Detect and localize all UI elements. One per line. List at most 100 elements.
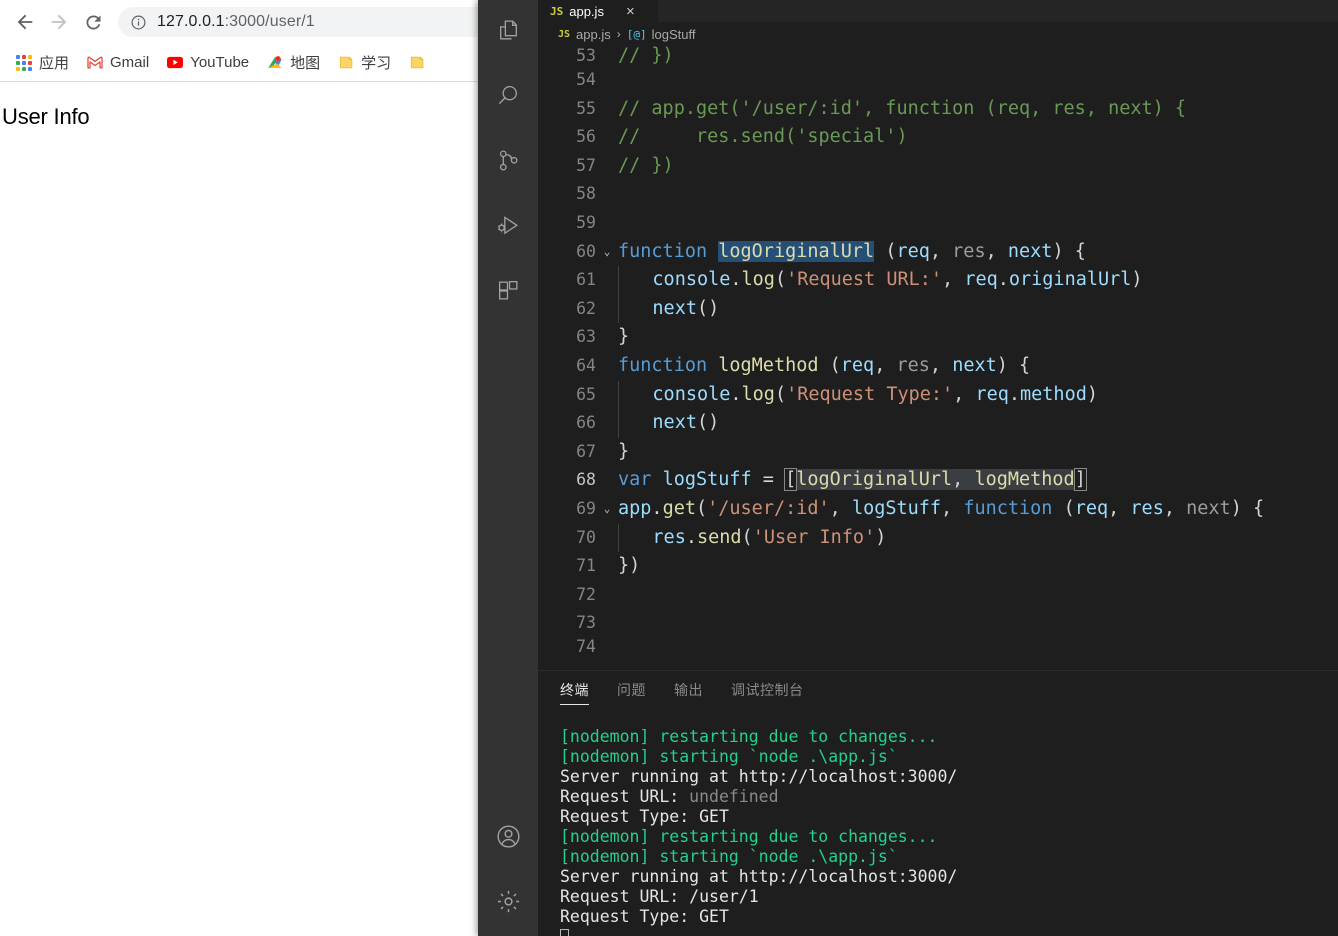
line-number: 72 bbox=[576, 584, 596, 604]
code-editor[interactable]: 53 // }) 54 55 // app.get('/user/:id', f… bbox=[538, 46, 1338, 670]
code-line: 70 res.send('User Info') bbox=[538, 523, 1338, 553]
breadcrumb-separator: › bbox=[616, 27, 621, 41]
activity-bar-item-source-control[interactable] bbox=[478, 130, 538, 195]
bookmark-folder-partial[interactable] bbox=[401, 49, 440, 77]
code-line: 61 console.log('Request URL:', req.origi… bbox=[538, 266, 1338, 295]
terminal-line: Request URL: /user/1 bbox=[560, 887, 759, 906]
back-arrow-icon bbox=[17, 14, 33, 30]
line-number: 67 bbox=[576, 441, 596, 461]
panel-tab-bar: 终端 问题 输出 调试控制台 bbox=[538, 671, 1338, 709]
line-number: 70 bbox=[576, 527, 596, 547]
terminal-line: [nodemon] restarting due to changes... bbox=[560, 827, 938, 846]
gmail-icon bbox=[87, 55, 103, 71]
vscode-window: JS app.js × JS app.js › [@] logStuff 53 … bbox=[478, 0, 1338, 936]
terminal-line: Request Type: GET bbox=[560, 907, 729, 926]
bookmark-label: YouTube bbox=[190, 54, 250, 71]
reload-button[interactable] bbox=[76, 5, 110, 39]
bookmark-study-folder[interactable]: 学习 bbox=[330, 49, 399, 77]
url-host: 127.0.0.1 bbox=[157, 13, 225, 30]
activity-bar-item-search[interactable] bbox=[478, 65, 538, 130]
bookmark-apps[interactable]: 应用 bbox=[8, 49, 77, 77]
code-line: 56 // res.send('special') bbox=[538, 123, 1338, 152]
code-text: // }) bbox=[618, 154, 674, 176]
line-number: 63 bbox=[576, 327, 596, 347]
apps-grid-icon bbox=[16, 54, 32, 71]
bookmark-gmail[interactable]: Gmail bbox=[79, 49, 157, 77]
fold-chevron-icon[interactable]: ⌄ bbox=[596, 238, 618, 267]
code-text: var logStuff = [logOriginalUrl, logMetho… bbox=[618, 468, 1087, 492]
line-number: 62 bbox=[576, 298, 596, 318]
breadcrumb-file[interactable]: app.js bbox=[576, 27, 611, 42]
line-number: 65 bbox=[576, 384, 596, 404]
code-text: function logOriginalUrl (req, res, next)… bbox=[618, 240, 1086, 262]
activity-bar-item-manage-settings[interactable] bbox=[478, 871, 538, 936]
code-line: 64 function logMethod (req, res, next) { bbox=[538, 352, 1338, 381]
activity-bar-item-accounts[interactable] bbox=[478, 806, 538, 871]
activity-bar-item-explorer[interactable] bbox=[478, 0, 538, 65]
line-number: 66 bbox=[576, 413, 596, 433]
line-number: 69 bbox=[576, 498, 596, 518]
terminal-line-value: undefined bbox=[689, 787, 779, 806]
code-line-current: 68 var logStuff = [logOriginalUrl, logMe… bbox=[538, 466, 1338, 495]
line-number: 55 bbox=[576, 98, 596, 118]
site-info-icon[interactable] bbox=[130, 14, 147, 31]
panel-tab-problems[interactable]: 问题 bbox=[617, 671, 646, 709]
code-text: console.log('Request Type:', req.method) bbox=[618, 380, 1338, 410]
code-line: 59 bbox=[538, 209, 1338, 238]
line-number: 57 bbox=[576, 155, 596, 175]
code-line: 54 bbox=[538, 66, 1338, 95]
line-number: 71 bbox=[576, 556, 596, 576]
panel-tab-output[interactable]: 输出 bbox=[674, 671, 703, 709]
js-file-icon: JS bbox=[558, 28, 571, 40]
line-number: 73 bbox=[576, 613, 596, 633]
code-text: console.log('Request URL:', req.original… bbox=[618, 266, 1338, 295]
bookmark-label: 地图 bbox=[290, 55, 321, 72]
terminal-line: Request Type: GET bbox=[560, 807, 729, 826]
symbol-icon: [@] bbox=[626, 27, 647, 41]
code-text: next() bbox=[618, 409, 1338, 438]
code-line: 65 console.log('Request Type:', req.meth… bbox=[538, 380, 1338, 410]
code-line: 66 next() bbox=[538, 409, 1338, 438]
fold-chevron-icon[interactable]: ⌄ bbox=[596, 495, 618, 524]
line-number: 56 bbox=[576, 127, 596, 147]
code-text: } bbox=[618, 440, 630, 462]
code-line: 69 ⌄ app.get('/user/:id', logStuff, func… bbox=[538, 495, 1338, 524]
code-line: 71 }) bbox=[538, 552, 1338, 581]
activity-bar-item-extensions[interactable] bbox=[478, 260, 538, 325]
bookmark-label: 应用 bbox=[39, 55, 70, 72]
terminal-line: Request URL: undefined bbox=[560, 787, 1338, 807]
code-line: 74 bbox=[538, 638, 1338, 656]
code-line: 60 ⌄ function logOriginalUrl (req, res, … bbox=[538, 238, 1338, 267]
code-line: 73 bbox=[538, 609, 1338, 638]
code-line: 55 // app.get('/user/:id', function (req… bbox=[538, 95, 1338, 124]
code-text: // }) bbox=[618, 46, 674, 66]
line-number-active: 68 bbox=[576, 470, 596, 490]
activity-bar-item-run-debug[interactable] bbox=[478, 195, 538, 260]
source-control-icon bbox=[496, 148, 521, 177]
google-maps-icon bbox=[267, 55, 283, 71]
gear-icon bbox=[495, 888, 522, 919]
forward-button[interactable] bbox=[42, 5, 76, 39]
bookmark-youtube[interactable]: YouTube bbox=[159, 49, 257, 77]
back-button[interactable] bbox=[8, 5, 42, 39]
terminal-output[interactable]: [nodemon] restarting due to changes... [… bbox=[538, 709, 1338, 936]
line-number: 59 bbox=[576, 212, 596, 232]
terminal-line: Server running at http://localhost:3000/ bbox=[560, 767, 958, 786]
code-line: 67 } bbox=[538, 438, 1338, 467]
terminal-line: [nodemon] starting `node .\app.js` bbox=[560, 847, 898, 866]
panel-tab-debug-console[interactable]: 调试控制台 bbox=[731, 671, 804, 709]
breadcrumb-symbol[interactable]: logStuff bbox=[652, 27, 696, 42]
panel-tab-terminal[interactable]: 终端 bbox=[560, 671, 589, 709]
bookmark-label: 学习 bbox=[361, 55, 392, 72]
close-icon[interactable]: × bbox=[626, 4, 635, 19]
terminal-line: [nodemon] starting `node .\app.js` bbox=[560, 747, 898, 766]
editor-tab-app-js[interactable]: JS app.js × bbox=[538, 0, 658, 22]
url-path: :3000/user/1 bbox=[224, 13, 315, 30]
code-text: }) bbox=[618, 555, 641, 577]
line-number: 53 bbox=[576, 46, 596, 65]
bottom-panel: 终端 问题 输出 调试控制台 [nodemon] restarting due … bbox=[538, 670, 1338, 936]
bookmark-maps[interactable]: 地图 bbox=[259, 49, 328, 77]
reload-icon bbox=[85, 14, 100, 29]
forward-arrow-icon bbox=[51, 14, 67, 30]
line-number: 64 bbox=[576, 355, 596, 375]
